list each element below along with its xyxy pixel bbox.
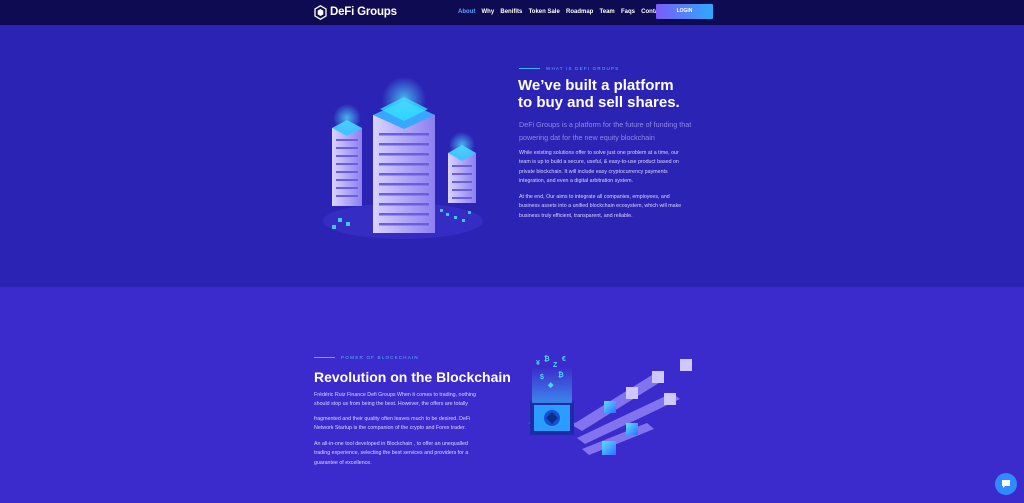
- power-p2-line: fragmented and their quality often leave…: [314, 416, 471, 422]
- about-p1-line: team is up to build a secure, useful, & …: [519, 159, 679, 166]
- svg-text:₿: ₿: [558, 371, 564, 379]
- logo-hexagon-icon: [314, 4, 327, 20]
- nav-item-token-sale[interactable]: Token Sale: [529, 8, 560, 16]
- about-p1-line: integration, and even a digital arbitrat…: [519, 177, 633, 184]
- about-title-line-1: We’ve built a platform: [518, 77, 674, 94]
- power-eyebrow: POWER OF BLOCKCHAIN: [314, 355, 419, 360]
- about-p2-line: At the end, Our aims to integrate all co…: [519, 194, 670, 200]
- power-section: POWER OF BLOCKCHAIN Revolution on the Bl…: [0, 287, 1024, 503]
- power-paragraph-2: fragmented and their quality often leave…: [314, 415, 470, 434]
- about-lead: DeFi Groups is a platform for the future…: [519, 119, 691, 144]
- eyebrow-line: [519, 68, 540, 69]
- nav-item-team[interactable]: Team: [600, 8, 615, 16]
- power-p3-line: guarantee of excellence.: [314, 459, 372, 466]
- nav-item-why[interactable]: Why: [482, 8, 495, 16]
- about-lead-line-1: DeFi Groups is a platform for the future…: [519, 120, 692, 129]
- about-p2-line: business assets into a unified blockchai…: [519, 203, 682, 210]
- svg-text:Z: Z: [553, 362, 558, 369]
- top-navbar: DeFi Groups About Why Benifits Token Sal…: [0, 0, 1024, 25]
- power-title: Revolution on the Blockchain: [314, 369, 511, 385]
- login-button[interactable]: LOGIN: [656, 4, 713, 19]
- nav-item-faqs[interactable]: Faqs: [621, 8, 635, 16]
- about-title-line-2: to buy and sell shares.: [518, 94, 680, 111]
- brand-logo[interactable]: DeFi Groups: [314, 4, 397, 20]
- svg-text:¥: ¥: [536, 360, 540, 367]
- svg-text:₿: ₿: [544, 355, 550, 363]
- nav-item-roadmap[interactable]: Roadmap: [566, 8, 593, 16]
- eyebrow-line: [314, 357, 335, 358]
- svg-text:◆: ◆: [547, 382, 554, 389]
- blockchain-cubes-illustration: ¥ ₿Z € $ ₿ ◆: [528, 355, 692, 455]
- nav-item-about[interactable]: About: [458, 8, 475, 16]
- about-lead-line-2: powering dat for the new equity blockcha…: [519, 132, 655, 142]
- power-paragraph-1: Frédéric Ruiz Finance Defi Groups When i…: [314, 391, 476, 410]
- power-eyebrow-text: POWER OF BLOCKCHAIN: [341, 355, 419, 360]
- main-menu: About Why Benifits Token Sale Roadmap Te…: [458, 8, 670, 16]
- nav-item-benifits[interactable]: Benifits: [500, 8, 522, 16]
- server-towers-illustration: [323, 77, 483, 239]
- about-paragraph-2: At the end, Our aims to integrate all co…: [519, 193, 681, 221]
- about-p1-line: While existing solutions offer to solve …: [519, 150, 679, 156]
- about-p2-line: business truly efficient, transparent, a…: [519, 212, 633, 219]
- power-p3-line: An all-in-one tool developed in Blockcha…: [314, 441, 468, 447]
- power-p1-line: Frédéric Ruiz Finance Defi Groups When i…: [314, 392, 476, 398]
- about-title: We’ve built a platform to buy and sell s…: [518, 77, 680, 111]
- svg-text:€: €: [562, 356, 566, 363]
- about-paragraph-1: While existing solutions offer to solve …: [519, 149, 679, 186]
- about-p1-line: private blockchain. It will include easy…: [519, 168, 668, 175]
- chat-icon: [1002, 480, 1010, 488]
- power-paragraph-3: An all-in-one tool developed in Blockcha…: [314, 440, 468, 468]
- chat-button[interactable]: [995, 473, 1017, 495]
- about-eyebrow-text: WHAT IS DEFI GROUPS: [546, 66, 620, 71]
- svg-text:$: $: [540, 374, 544, 381]
- about-section: WHAT IS DEFI GROUPS We’ve built a platfo…: [0, 25, 1024, 287]
- brand-name: DeFi Groups: [330, 6, 397, 18]
- about-eyebrow: WHAT IS DEFI GROUPS: [519, 66, 619, 71]
- power-p3-line: trading experience, selecting the best s…: [314, 450, 469, 457]
- power-p2-line: Network Startup is the companion of the …: [314, 425, 466, 432]
- power-p1-line: should stop us from being the best. Howe…: [314, 401, 468, 408]
